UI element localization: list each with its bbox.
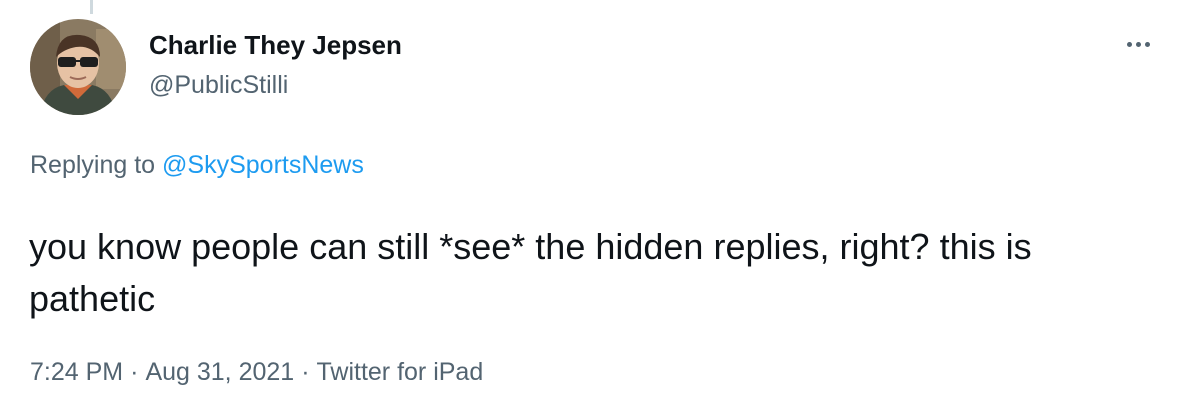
- thread-connector-line: [90, 0, 93, 14]
- tweet-text: you know people can still *see* the hidd…: [29, 226, 1032, 319]
- more-dot: [1136, 42, 1141, 47]
- tweet-metadata: 7:24 PM · Aug 31, 2021 · Twitter for iPad: [30, 358, 483, 387]
- tweet-time-link[interactable]: 7:24 PM: [30, 358, 123, 386]
- more-options-icon[interactable]: [1118, 30, 1158, 60]
- replying-to-line: Replying to @SkySportsNews: [30, 151, 364, 180]
- more-dot: [1145, 42, 1150, 47]
- meta-separator: ·: [301, 358, 310, 386]
- avatar[interactable]: [30, 19, 126, 115]
- author-handle[interactable]: @PublicStilli: [149, 71, 288, 100]
- tweet-date-link[interactable]: Aug 31, 2021: [145, 358, 294, 386]
- meta-separator: ·: [130, 358, 139, 386]
- more-dot: [1127, 42, 1132, 47]
- avatar-image: [30, 19, 126, 115]
- author-display-name[interactable]: Charlie They Jepsen: [149, 30, 402, 61]
- replying-to-handle-link[interactable]: @SkySportsNews: [162, 151, 364, 179]
- replying-to-label: Replying to: [30, 151, 156, 179]
- tweet-source-link[interactable]: Twitter for iPad: [317, 358, 484, 386]
